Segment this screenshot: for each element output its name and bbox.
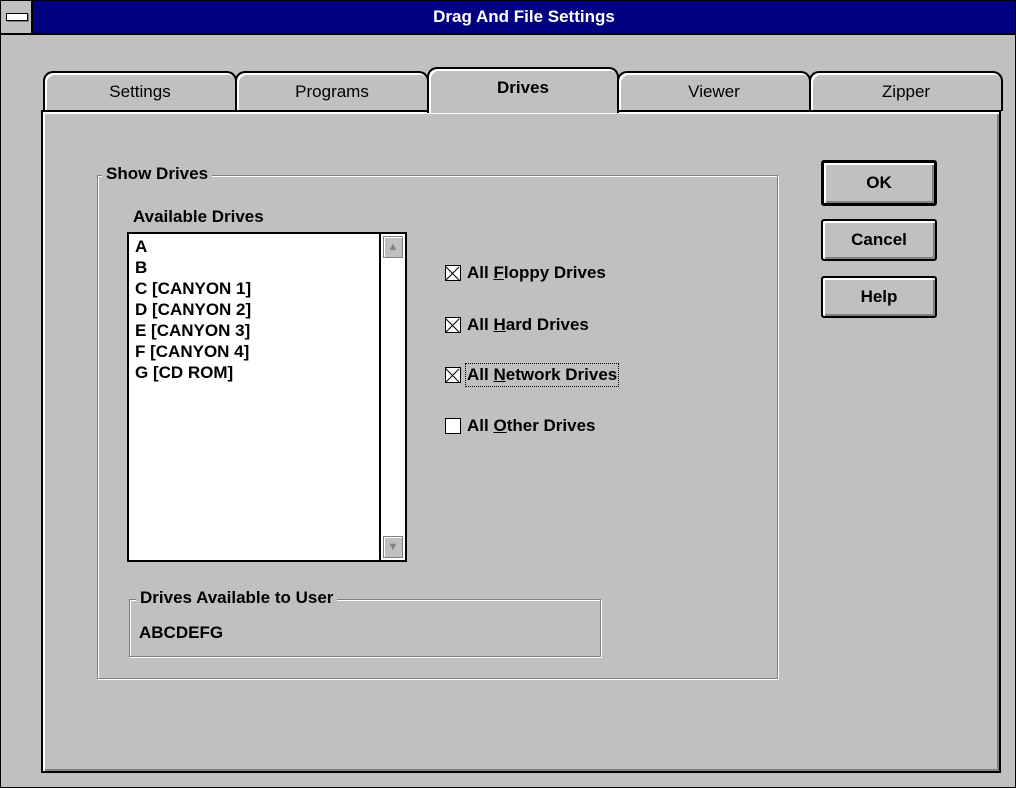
available-drives-label: Available Drives: [133, 207, 264, 226]
checkbox-label: All Hard Drives: [467, 315, 589, 334]
checkbox-label: All Floppy Drives: [467, 263, 606, 282]
system-menu-button[interactable]: [1, 1, 33, 33]
tab-programs[interactable]: Programs: [235, 71, 429, 111]
list-item[interactable]: G [CD ROM]: [135, 362, 251, 383]
checkbox-unchecked-icon[interactable]: [445, 418, 461, 434]
window-title: Drag And File Settings: [433, 7, 615, 26]
tab-viewer[interactable]: Viewer: [617, 71, 811, 111]
list-item[interactable]: E [CANYON 3]: [135, 320, 251, 341]
title-bar[interactable]: Drag And File Settings: [1, 1, 1015, 35]
tab-settings[interactable]: Settings: [43, 71, 237, 111]
drives-available-to-user-label: Drives Available to User: [136, 588, 338, 608]
checkbox-checked-icon[interactable]: [445, 317, 461, 333]
list-item[interactable]: F [CANYON 4]: [135, 341, 251, 362]
list-item[interactable]: D [CANYON 2]: [135, 299, 251, 320]
cancel-button[interactable]: Cancel: [821, 219, 937, 261]
ok-button[interactable]: OK: [821, 160, 937, 206]
tab-strip: Settings Programs Drives Viewer Zipper: [43, 67, 1003, 113]
available-drives-list[interactable]: A B C [CANYON 1] D [CANYON 2] E [CANYON …: [127, 232, 407, 562]
checkbox-all-hard-drives[interactable]: All Hard Drives: [445, 315, 589, 335]
checkbox-checked-icon[interactable]: [445, 367, 461, 383]
system-menu-icon: [6, 13, 28, 21]
checkbox-all-other-drives[interactable]: All Other Drives: [445, 416, 596, 436]
tab-drives[interactable]: Drives: [427, 67, 619, 113]
checkbox-all-network-drives[interactable]: All Network Drives: [445, 363, 620, 387]
drive-list-items: A B C [CANYON 1] D [CANYON 2] E [CANYON …: [135, 236, 251, 383]
help-button[interactable]: Help: [821, 276, 937, 318]
scroll-down-icon[interactable]: ▼: [383, 536, 403, 558]
list-item[interactable]: B: [135, 257, 251, 278]
checkbox-label: All Other Drives: [467, 416, 596, 435]
dialog-window: Drag And File Settings Settings Programs…: [0, 0, 1016, 788]
user-drives-value: ABCDEFG: [139, 623, 224, 642]
scroll-up-icon[interactable]: ▲: [383, 236, 403, 258]
show-drives-label: Show Drives: [102, 164, 213, 184]
checkbox-checked-icon[interactable]: [445, 265, 461, 281]
checkbox-label: All Network Drives: [464, 363, 620, 387]
tab-zipper[interactable]: Zipper: [809, 71, 1003, 111]
checkbox-all-floppy-drives[interactable]: All Floppy Drives: [445, 263, 606, 283]
list-item[interactable]: C [CANYON 1]: [135, 278, 251, 299]
list-item[interactable]: A: [135, 236, 251, 257]
vertical-scrollbar[interactable]: ▲ ▼: [379, 234, 405, 560]
